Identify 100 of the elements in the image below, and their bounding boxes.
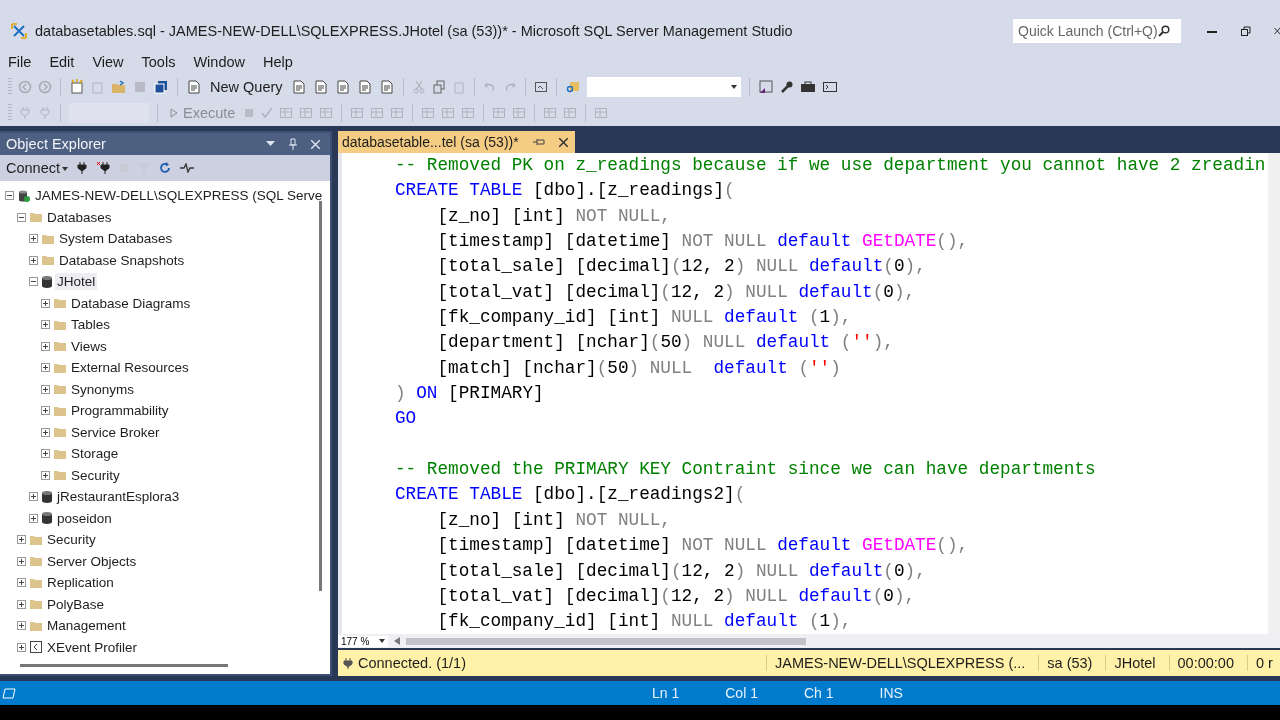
folder-icon bbox=[54, 470, 66, 481]
caret-icon[interactable] bbox=[730, 85, 737, 89]
tree-item[interactable]: JAMES-NEW-DELL\SQLEXPRESS (SQL Serve bbox=[33, 187, 325, 205]
expand-icon[interactable] bbox=[41, 470, 50, 480]
profiler-icon bbox=[30, 641, 42, 654]
expand-icon[interactable] bbox=[41, 384, 50, 394]
scrollbar-thumb[interactable] bbox=[406, 637, 806, 645]
expand-icon[interactable] bbox=[41, 320, 50, 330]
query-icon[interactable] bbox=[290, 79, 307, 95]
menu-item[interactable]: Edit bbox=[49, 54, 84, 70]
menu-item[interactable]: View bbox=[92, 54, 133, 70]
line-number: Ln 1 bbox=[652, 685, 680, 701]
expand-icon[interactable] bbox=[17, 556, 26, 566]
code-line: CREATE TABLE [dbo].[z_readings2]( bbox=[395, 483, 747, 507]
scrollbar-thumb[interactable] bbox=[319, 201, 322, 591]
collapse-icon[interactable] bbox=[17, 212, 26, 222]
expand-icon[interactable] bbox=[29, 492, 38, 502]
search-icon[interactable] bbox=[1158, 25, 1170, 37]
close-icon[interactable] bbox=[558, 137, 568, 147]
query-icon[interactable] bbox=[186, 79, 202, 95]
new-project-icon[interactable] bbox=[69, 79, 85, 95]
restore-icon[interactable] bbox=[1240, 25, 1252, 37]
dropdown-icon[interactable] bbox=[266, 141, 275, 147]
row-count: 0 r bbox=[1247, 655, 1280, 671]
activity-icon[interactable] bbox=[180, 163, 194, 173]
toolbox-icon[interactable] bbox=[799, 80, 816, 94]
tree-item[interactable]: Tables bbox=[69, 316, 113, 334]
collapse-icon[interactable] bbox=[5, 191, 14, 201]
tree-item[interactable]: Synonyms bbox=[69, 380, 137, 398]
expand-icon[interactable] bbox=[41, 363, 50, 373]
expand-icon[interactable] bbox=[41, 406, 50, 416]
tree-item[interactable]: Programmability bbox=[69, 402, 171, 420]
scrollbar[interactable] bbox=[1268, 153, 1280, 634]
refresh-icon[interactable] bbox=[159, 162, 171, 174]
tree-item[interactable]: Storage bbox=[69, 445, 121, 463]
save-all-icon[interactable] bbox=[153, 80, 169, 94]
tree-item[interactable]: Database Diagrams bbox=[69, 294, 193, 312]
close-icon[interactable] bbox=[1274, 25, 1280, 37]
tree-item[interactable]: Security bbox=[69, 466, 122, 484]
expand-icon[interactable] bbox=[29, 234, 38, 244]
tree-item[interactable]: poseidon bbox=[55, 509, 114, 527]
tree-item[interactable]: System Databases bbox=[57, 230, 175, 248]
expand-icon[interactable] bbox=[17, 642, 26, 652]
window-icon[interactable] bbox=[533, 80, 548, 94]
query-icon[interactable] bbox=[334, 79, 351, 95]
tree-item[interactable]: Management bbox=[45, 617, 128, 635]
tree-item[interactable]: Server Objects bbox=[45, 552, 139, 570]
document-tab[interactable]: databasetable...tel (sa (53))* bbox=[338, 131, 575, 153]
query-icon[interactable] bbox=[356, 79, 373, 95]
tree-item[interactable]: Replication bbox=[45, 574, 116, 592]
expand-icon[interactable] bbox=[17, 578, 26, 588]
plug-icon[interactable] bbox=[77, 161, 87, 175]
expand-icon[interactable] bbox=[29, 513, 38, 523]
tree-item[interactable]: Databases bbox=[45, 208, 114, 226]
zoom-value: 177 % bbox=[341, 635, 370, 647]
query-icon[interactable] bbox=[378, 79, 395, 95]
tree-item[interactable]: jRestaurantEsplora3 bbox=[55, 488, 182, 506]
collapse-icon[interactable] bbox=[29, 277, 38, 287]
terminal-icon[interactable] bbox=[821, 80, 838, 94]
menu-item[interactable]: Window bbox=[193, 54, 254, 70]
disconnect-icon[interactable] bbox=[96, 161, 110, 175]
expand-icon[interactable] bbox=[41, 427, 50, 437]
expand-icon[interactable] bbox=[17, 535, 26, 545]
folder-icon bbox=[54, 405, 66, 416]
expand-icon[interactable] bbox=[41, 341, 50, 351]
tree-item[interactable]: Database Snapshots bbox=[57, 251, 187, 269]
expand-icon[interactable] bbox=[41, 298, 50, 308]
expand-icon[interactable] bbox=[29, 255, 38, 265]
scrollbar-thumb[interactable] bbox=[20, 664, 228, 667]
tree-item[interactable]: External Resources bbox=[69, 359, 191, 377]
menu-item[interactable]: Tools bbox=[141, 54, 185, 70]
query-icon[interactable] bbox=[312, 79, 329, 95]
tree-item[interactable]: Security bbox=[45, 531, 98, 549]
check-icon[interactable] bbox=[261, 107, 274, 119]
folder-icon bbox=[30, 620, 42, 631]
tree-item[interactable]: XEvent Profiler bbox=[45, 638, 140, 656]
solution-explorer-icon[interactable] bbox=[757, 80, 774, 94]
scroll-left-icon[interactable] bbox=[394, 637, 400, 645]
tree-item[interactable]: Service Broker bbox=[69, 423, 162, 441]
wrench-icon[interactable] bbox=[779, 80, 794, 94]
tree-item[interactable]: PolyBase bbox=[45, 595, 107, 613]
expand-icon[interactable] bbox=[17, 599, 26, 609]
connect-button[interactable]: Connect bbox=[6, 160, 68, 176]
copy-icon[interactable] bbox=[431, 80, 446, 94]
new-query-button[interactable]: New Query bbox=[208, 79, 285, 95]
folder-icon[interactable] bbox=[111, 80, 127, 94]
code-line: [z_no] [int] NOT NULL, bbox=[436, 204, 672, 228]
code-editor[interactable] bbox=[338, 153, 1280, 634]
caret-icon[interactable] bbox=[379, 639, 385, 643]
zoom-dropdown[interactable]: 177 % bbox=[338, 635, 388, 647]
tree-item[interactable]: Views bbox=[69, 337, 109, 355]
code-line: CREATE TABLE [dbo].[z_readings]( bbox=[395, 179, 736, 203]
find-icon[interactable] bbox=[564, 80, 581, 94]
pin-icon[interactable] bbox=[532, 138, 545, 146]
expand-icon[interactable] bbox=[41, 449, 50, 459]
expand-icon[interactable] bbox=[17, 621, 26, 631]
menu-item[interactable]: Help bbox=[263, 54, 302, 70]
menu-item[interactable]: File bbox=[8, 54, 41, 70]
tree-item[interactable]: JHotel bbox=[55, 273, 98, 291]
quick-launch-field[interactable]: Quick Launch (Ctrl+Q) bbox=[1013, 19, 1181, 43]
